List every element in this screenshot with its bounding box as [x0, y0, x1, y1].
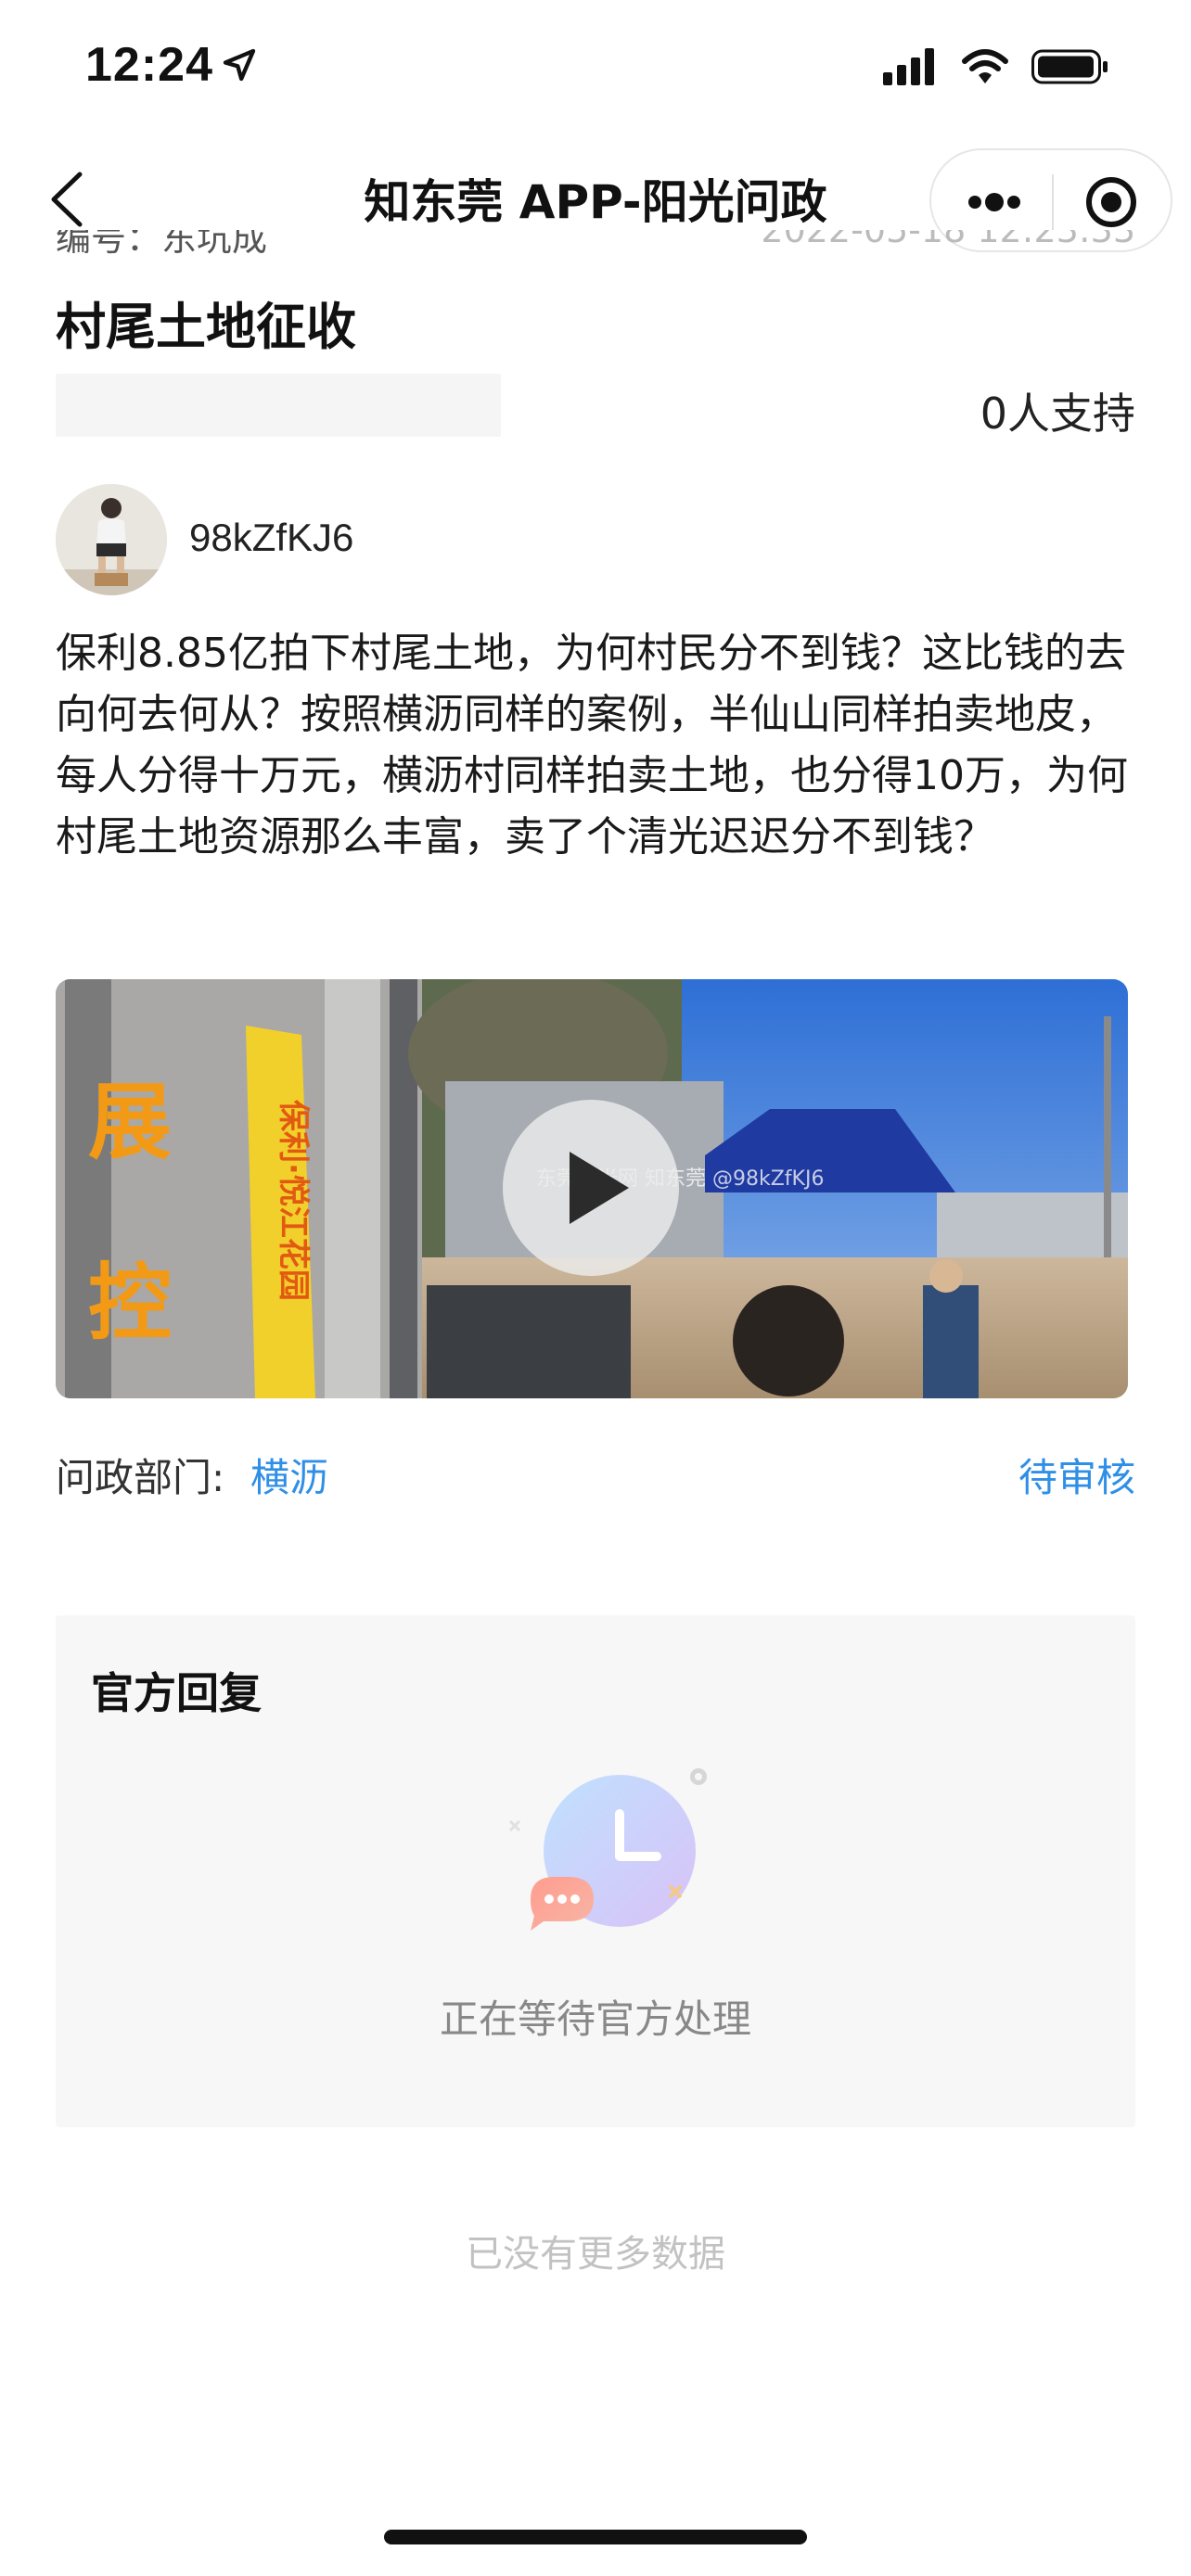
banner-text: 保利·悦江花园	[275, 1100, 312, 1301]
sign-char-1: 展	[88, 1074, 172, 1171]
post-date: 2022-05-18 12:23:33	[761, 230, 1135, 250]
play-button[interactable]	[503, 1100, 679, 1276]
official-reply-title: 官方回复	[91, 1668, 262, 1718]
department-link[interactable]: 横沥	[250, 1447, 328, 1503]
post-title: 村尾土地征收	[56, 298, 356, 356]
cellular-signal-icon	[883, 48, 934, 85]
avatar-image	[56, 484, 167, 595]
support-count[interactable]: 0人支持	[980, 380, 1135, 441]
official-reply-card: 官方回复 正在等待官方处理	[56, 1615, 1135, 2127]
close-miniprogram-icon[interactable]	[1083, 174, 1139, 230]
battery-icon	[1031, 49, 1108, 84]
home-indicator[interactable]	[384, 2530, 807, 2544]
sign-char-2: 控	[88, 1255, 172, 1352]
status-bar: 12:24	[0, 0, 1191, 139]
capsule-divider	[1052, 174, 1054, 230]
waiting-text: 正在等待官方处理	[439, 1996, 751, 2042]
waiting-clock-icon	[508, 1768, 707, 1931]
department-row: 问政部门: 横沥 待审核	[56, 1447, 1135, 1502]
tag-placeholder	[56, 374, 501, 437]
status-time: 12:24	[85, 38, 213, 92]
post-number: 编号：东坑成	[56, 230, 268, 259]
department-label: 问政部门:	[56, 1455, 225, 1500]
no-more-data-text: 已没有更多数据	[466, 2233, 725, 2276]
post-meta: 编号：东坑成 2022-05-18 12:23:33	[56, 230, 1135, 263]
more-dots-icon[interactable]	[967, 185, 1022, 219]
location-arrow-icon	[223, 48, 256, 82]
avatar[interactable]	[56, 484, 167, 595]
username[interactable]: 98kZfKJ6	[189, 516, 353, 560]
review-status: 待审核	[1018, 1455, 1135, 1500]
video-player[interactable]: 展 控 保利·悦江花园 东莞阳光网 知东莞 @98kZfKJ6	[56, 979, 1128, 1398]
post-body: 保利8.85亿拍下村尾土地，为何村民分不到钱？这比钱的去向何去何从？按照横沥同样…	[56, 630, 1128, 861]
play-icon	[570, 1152, 629, 1224]
wifi-icon	[962, 49, 1008, 83]
status-icons	[883, 48, 1109, 85]
